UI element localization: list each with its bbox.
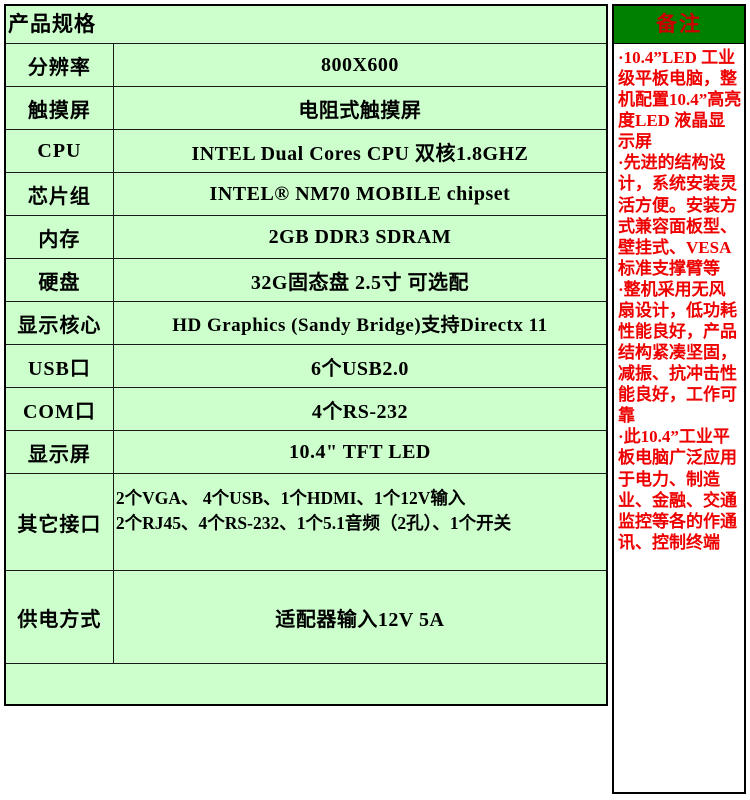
notes-header: 备注 (614, 6, 744, 44)
table-row: COM口 4个RS-232 (4, 387, 608, 431)
spec-value-resolution: 800X600 (112, 43, 608, 87)
spec-value-chipset: INTEL® NM70 MOBILE chipset (112, 172, 608, 216)
spec-value-graphics: HD Graphics (Sandy Bridge)支持Directx 11 (112, 301, 608, 345)
table-header-row: 产品规格 (4, 4, 608, 44)
table-row: 触摸屏 电阻式触摸屏 (4, 86, 608, 130)
table-row: 其它接口 2个VGA、 4个USB、1个HDMI、1个12V输入 2个RJ45、… (4, 473, 608, 571)
table-row: 显示核心 HD Graphics (Sandy Bridge)支持Directx… (4, 301, 608, 345)
spec-value-storage: 32G固态盘 2.5寸 可选配 (112, 258, 608, 302)
note-paragraph: ·此10.4”工业平板电脑广泛应用于电力、制造业、金融、交通监控等各的作通讯、控… (618, 427, 737, 552)
notes-title: 备注 (656, 12, 702, 36)
spec-value-com-port: 4个RS-232 (112, 387, 608, 431)
table-row: 显示屏 10.4" TFT LED (4, 430, 608, 474)
spec-label-power-supply: 供电方式 (4, 570, 114, 664)
spec-label-cpu: CPU (4, 129, 114, 173)
product-specification-table: 产品规格 分辨率 800X600 触摸屏 电阻式触摸屏 CPU INTEL Du… (4, 4, 608, 706)
other-ports-spacer (116, 536, 604, 558)
spec-label-graphics: 显示核心 (4, 301, 114, 345)
table-row: 硬盘 32G固态盘 2.5寸 可选配 (4, 258, 608, 302)
page-title: 产品规格 (8, 11, 96, 36)
table-row: 内存 2GB DDR3 SDRAM (4, 215, 608, 259)
note-paragraph: ·10.4”LED 工业级平板电脑，整机配置10.4”高亮度LED 液晶显示屏 (618, 48, 742, 152)
spec-label-memory: 内存 (4, 215, 114, 259)
table-row: USB口 6个USB2.0 (4, 344, 608, 388)
spec-label-chipset: 芯片组 (4, 172, 114, 216)
spec-value-touchscreen: 电阻式触摸屏 (112, 86, 608, 130)
spec-label-resolution: 分辨率 (4, 43, 114, 87)
table-header-cell: 产品规格 (4, 4, 608, 44)
spec-label-com-port: COM口 (4, 387, 114, 431)
other-ports-line-2: 2个RJ45、4个RS-232、1个5.1音频（2孔）、1个开关 (115, 513, 512, 533)
table-row: CPU INTEL Dual Cores CPU 双核1.8GHZ (4, 129, 608, 173)
spec-value-power-supply: 适配器输入12V 5A (112, 570, 608, 664)
spec-value-usb-port: 6个USB2.0 (112, 344, 608, 388)
table-footer-row (4, 663, 608, 706)
spec-label-usb-port: USB口 (4, 344, 114, 388)
spec-value-display: 10.4" TFT LED (112, 430, 608, 474)
table-row: 芯片组 INTEL® NM70 MOBILE chipset (4, 172, 608, 216)
spec-label-display: 显示屏 (4, 430, 114, 474)
notes-column: 备注 ·10.4”LED 工业级平板电脑，整机配置10.4”高亮度LED 液晶显… (612, 4, 746, 794)
spec-label-storage: 硬盘 (4, 258, 114, 302)
note-paragraph: ·先进的结构设计，系统安装灵活方便。安装方式兼容面板型、壁挂式、VESA 标准支… (618, 153, 737, 278)
notes-body: ·10.4”LED 工业级平板电脑，整机配置10.4”高亮度LED 液晶显示屏 … (614, 44, 744, 553)
spec-sheet-page: 产品规格 分辨率 800X600 触摸屏 电阻式触摸屏 CPU INTEL Du… (0, 0, 750, 800)
table-row: 分辨率 800X600 (4, 43, 608, 87)
table-row: 供电方式 适配器输入12V 5A (4, 570, 608, 664)
spec-value-memory: 2GB DDR3 SDRAM (112, 215, 608, 259)
other-ports-line-1: 2个VGA、 4个USB、1个HDMI、1个12V输入 (115, 487, 466, 508)
spec-label-other-ports: 其它接口 (4, 473, 114, 571)
table-footer-cell (4, 663, 608, 706)
spec-label-touchscreen: 触摸屏 (4, 86, 114, 130)
spec-value-cpu: INTEL Dual Cores CPU 双核1.8GHZ (112, 129, 608, 173)
spec-value-other-ports: 2个VGA、 4个USB、1个HDMI、1个12V输入 2个RJ45、4个RS-… (112, 473, 608, 571)
note-paragraph: ·整机采用无风扇设计，低功耗性能良好，产品结构紧凑坚固，减振、抗冲击性能良好，工… (618, 279, 737, 426)
